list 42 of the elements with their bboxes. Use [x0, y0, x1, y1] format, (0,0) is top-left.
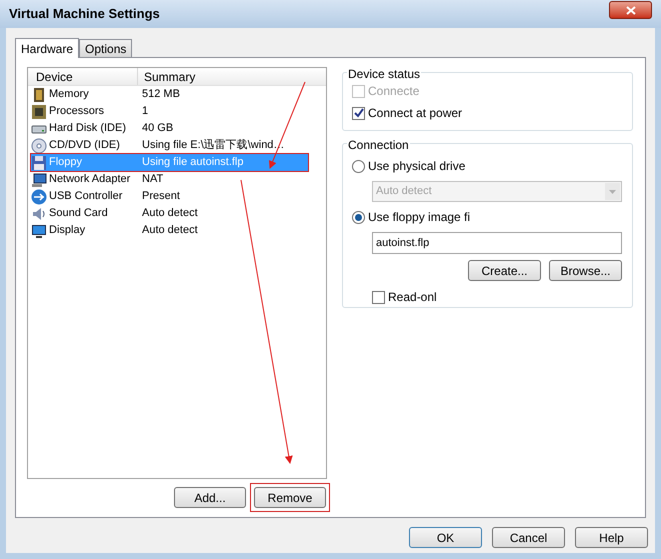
column-header[interactable]: Device: [28, 68, 138, 85]
device-name: CD/DVD (IDE): [49, 138, 120, 154]
radio-label: Use floppy image fi: [368, 209, 470, 226]
device-summary: 512 MB: [141, 87, 180, 102]
device-name: Memory: [49, 87, 89, 102]
column-header[interactable]: Summary: [138, 68, 326, 85]
device-name: Network Adapter: [49, 172, 130, 188]
add-button[interactable]: Add...: [174, 487, 246, 508]
device-row[interactable]: Display Auto detect: [31, 222, 308, 239]
device-name: Processors: [49, 104, 104, 120]
device-name: USB Controller: [49, 189, 122, 204]
cancel-button[interactable]: Cancel: [492, 527, 565, 548]
tab[interactable]: Hardware: [15, 38, 80, 58]
device-summary: Auto detect: [141, 206, 198, 222]
checkbox-label: Connecte: [368, 83, 420, 100]
radio-label: Use physical drive: [368, 158, 466, 175]
device-summary: 40 GB: [141, 121, 174, 136]
window-title: Virtual Machine Settings: [9, 5, 160, 24]
browse-button[interactable]: Browse...: [549, 260, 622, 281]
checkbox-label: Read-onl: [388, 289, 437, 306]
checkbox-label: Connect at power: [368, 105, 462, 122]
device-summary: NAT: [141, 172, 164, 188]
device-row[interactable]: USB Controller Present: [31, 188, 308, 205]
device-summary: Using file autoinst.flp: [141, 155, 244, 170]
device-name: Sound Card: [49, 206, 108, 222]
device-row[interactable]: Memory 512 MB: [31, 86, 308, 103]
image-path-field[interactable]: autoinst.flp: [372, 232, 622, 254]
device-row[interactable]: Sound Card Auto detect: [31, 205, 308, 222]
device-row[interactable]: Hard Disk (IDE) 40 GB: [31, 120, 308, 137]
device-summary: Present: [141, 189, 180, 204]
help-button[interactable]: Help: [575, 527, 648, 548]
create-button[interactable]: Create...: [468, 260, 541, 281]
device-row[interactable]: Processors 1: [31, 103, 308, 120]
remove-button[interactable]: Remove: [254, 487, 326, 508]
tab[interactable]: Options: [79, 39, 132, 57]
ok-button[interactable]: OK: [409, 527, 482, 548]
device-name: Display: [49, 223, 86, 238]
device-row[interactable]: Network Adapter NAT: [31, 171, 308, 188]
device-name: Hard Disk (IDE): [49, 121, 126, 136]
device-name: Floppy: [49, 155, 82, 170]
device-summary: Auto detect: [141, 223, 198, 238]
device-summary: 1: [141, 104, 148, 120]
